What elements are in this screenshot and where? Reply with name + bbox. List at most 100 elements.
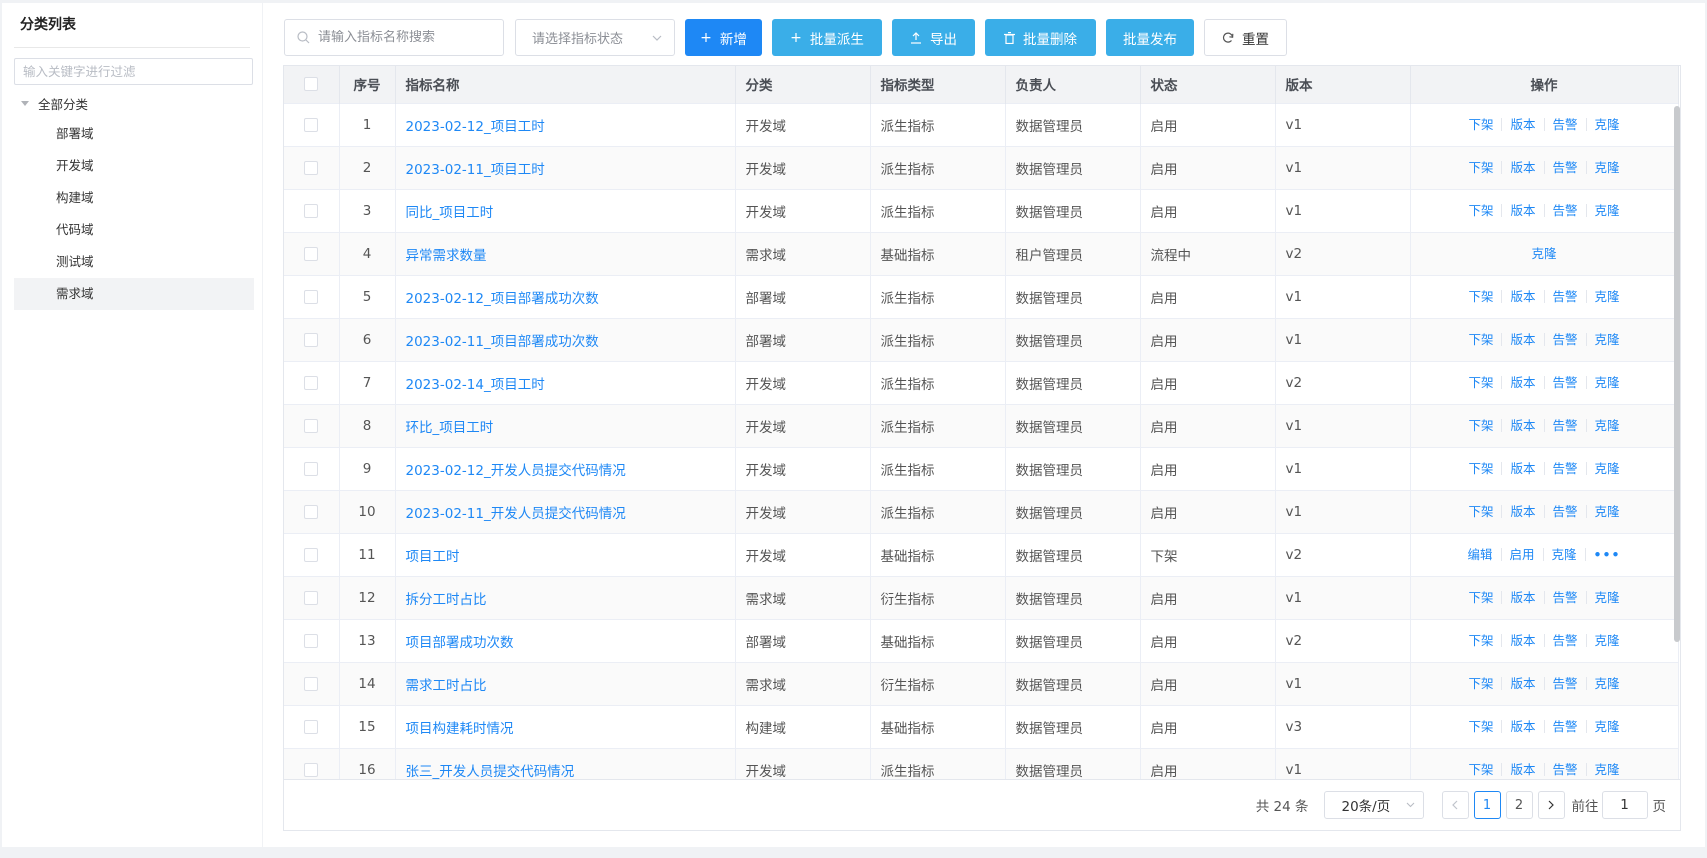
tree-item-test[interactable]: 测试域 — [14, 246, 254, 278]
row-action-button[interactable]: 下架 — [1460, 290, 1503, 303]
row-action-button[interactable]: 版本 — [1502, 204, 1545, 217]
metric-search-input[interactable] — [318, 30, 498, 45]
row-checkbox[interactable] — [304, 160, 319, 175]
batch-derive-button[interactable]: + 批量派生 — [772, 19, 882, 56]
cell-name-link[interactable]: 环比_项目工时 — [395, 404, 736, 447]
row-action-button[interactable]: 下架 — [1460, 161, 1503, 174]
row-action-button[interactable]: 编辑 — [1459, 548, 1502, 561]
row-action-button[interactable]: 版本 — [1502, 634, 1545, 647]
row-action-button[interactable]: 版本 — [1502, 161, 1545, 174]
status-select[interactable]: 请选择指标状态 — [515, 19, 675, 56]
row-checkbox[interactable] — [304, 676, 319, 691]
row-action-button[interactable]: 版本 — [1502, 290, 1545, 303]
row-action-button[interactable]: 下架 — [1460, 634, 1503, 647]
page-button-2[interactable]: 2 — [1505, 791, 1533, 819]
row-action-button[interactable]: 克隆 — [1587, 462, 1628, 475]
row-action-button[interactable]: 告警 — [1545, 763, 1587, 777]
cell-name-link[interactable]: 项目构建耗时情况 — [395, 705, 736, 748]
tree-item-deploy[interactable]: 部署域 — [14, 118, 254, 150]
row-action-button[interactable]: 下架 — [1460, 204, 1503, 217]
tree-root-all[interactable]: 全部分类 — [14, 88, 254, 118]
row-action-button[interactable]: 克隆 — [1587, 634, 1628, 647]
row-action-button[interactable]: 版本 — [1502, 720, 1545, 733]
batch-publish-button[interactable]: 批量发布 — [1106, 19, 1194, 56]
row-checkbox[interactable] — [304, 719, 319, 734]
row-action-button[interactable]: 下架 — [1460, 720, 1503, 733]
row-action-button[interactable]: 克隆 — [1587, 161, 1628, 174]
row-action-button[interactable]: 告警 — [1545, 204, 1587, 217]
row-action-button[interactable]: 告警 — [1545, 462, 1587, 475]
tree-item-code[interactable]: 代码域 — [14, 214, 254, 246]
export-button[interactable]: 导出 — [892, 19, 975, 56]
row-action-button[interactable]: 下架 — [1460, 419, 1503, 432]
next-page-button[interactable] — [1537, 791, 1565, 819]
row-checkbox[interactable] — [304, 246, 319, 261]
cell-name-link[interactable]: 2023-02-12_项目工时 — [395, 103, 736, 146]
row-action-button[interactable]: 克隆 — [1587, 333, 1628, 346]
add-button[interactable]: + 新增 — [685, 19, 762, 56]
reset-button[interactable]: 重置 — [1204, 19, 1287, 56]
row-checkbox[interactable] — [304, 375, 319, 390]
row-action-button[interactable]: 版本 — [1502, 763, 1545, 777]
row-action-button[interactable]: 克隆 — [1587, 763, 1628, 776]
row-action-button[interactable]: 下架 — [1460, 677, 1503, 690]
cell-name-link[interactable]: 同比_项目工时 — [395, 189, 736, 232]
caret-down-icon[interactable] — [21, 100, 29, 106]
row-action-button[interactable]: 版本 — [1502, 677, 1545, 690]
prev-page-button[interactable] — [1441, 791, 1469, 819]
cell-name-link[interactable]: 2023-02-12_项目部署成功次数 — [395, 275, 736, 318]
row-action-button[interactable]: 克隆 — [1587, 376, 1628, 389]
tree-item-requirement[interactable]: 需求域 — [14, 278, 254, 310]
row-checkbox[interactable] — [304, 590, 319, 605]
row-action-button[interactable]: 克隆 — [1523, 247, 1564, 260]
row-action-button[interactable]: 告警 — [1545, 505, 1587, 518]
tree-item-build[interactable]: 构建域 — [14, 182, 254, 214]
scrollbar-thumb[interactable] — [1674, 106, 1680, 642]
cell-name-link[interactable]: 需求工时占比 — [395, 662, 736, 705]
cell-name-link[interactable]: 异常需求数量 — [395, 232, 736, 275]
row-action-button[interactable]: 告警 — [1545, 419, 1587, 432]
row-action-button[interactable]: 版本 — [1502, 376, 1545, 389]
row-action-button[interactable]: 版本 — [1502, 462, 1545, 475]
row-action-button[interactable]: 克隆 — [1587, 419, 1628, 432]
cell-name-link[interactable]: 拆分工时占比 — [395, 576, 736, 619]
row-action-button[interactable]: 告警 — [1545, 290, 1587, 303]
row-action-button[interactable]: 版本 — [1502, 505, 1545, 518]
row-checkbox[interactable] — [304, 203, 319, 218]
row-action-button[interactable]: 告警 — [1545, 720, 1587, 733]
cell-name-link[interactable]: 2023-02-11_项目部署成功次数 — [395, 318, 736, 361]
select-all-checkbox[interactable] — [304, 77, 319, 92]
row-action-button[interactable]: 告警 — [1545, 161, 1587, 174]
row-action-button[interactable]: 克隆 — [1587, 290, 1628, 303]
cell-name-link[interactable]: 项目工时 — [395, 533, 736, 576]
row-action-button[interactable]: 下架 — [1460, 505, 1503, 518]
cell-name-link[interactable]: 2023-02-11_项目工时 — [395, 146, 736, 189]
row-action-button[interactable]: 版本 — [1502, 419, 1545, 432]
row-checkbox[interactable] — [304, 332, 319, 347]
tree-filter-input[interactable] — [23, 64, 213, 79]
row-action-button[interactable]: 克隆 — [1544, 548, 1586, 561]
row-checkbox[interactable] — [304, 289, 319, 304]
row-action-button[interactable]: 下架 — [1460, 462, 1503, 475]
row-checkbox[interactable] — [304, 504, 319, 519]
row-action-button[interactable]: 下架 — [1460, 333, 1503, 346]
cell-name-link[interactable]: 2023-02-12_开发人员提交代码情况 — [395, 447, 736, 490]
row-action-button[interactable]: 告警 — [1545, 634, 1587, 647]
row-checkbox[interactable] — [304, 117, 319, 132]
row-action-button[interactable]: 告警 — [1545, 118, 1587, 131]
more-actions-icon[interactable]: ••• — [1586, 548, 1629, 561]
row-checkbox[interactable] — [304, 633, 319, 648]
row-checkbox[interactable] — [304, 762, 319, 777]
row-checkbox[interactable] — [304, 461, 319, 476]
row-action-button[interactable]: 克隆 — [1587, 677, 1628, 690]
row-checkbox[interactable] — [304, 418, 319, 433]
row-action-button[interactable]: 版本 — [1502, 591, 1545, 604]
row-action-button[interactable]: 克隆 — [1587, 720, 1628, 733]
row-action-button[interactable]: 克隆 — [1587, 204, 1628, 217]
row-action-button[interactable]: 告警 — [1545, 376, 1587, 389]
row-action-button[interactable]: 告警 — [1545, 591, 1587, 604]
row-action-button[interactable]: 下架 — [1460, 376, 1503, 389]
row-action-button[interactable]: 克隆 — [1587, 505, 1628, 518]
row-action-button[interactable]: 版本 — [1502, 333, 1545, 346]
batch-delete-button[interactable]: 批量删除 — [985, 19, 1096, 56]
